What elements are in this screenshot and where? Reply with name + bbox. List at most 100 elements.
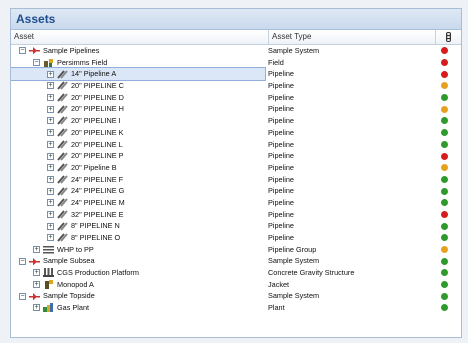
- asset-type: Field: [268, 57, 284, 67]
- pipeline-icon: [57, 210, 68, 219]
- collapse-icon[interactable]: −: [33, 59, 40, 67]
- expand-icon[interactable]: +: [47, 94, 54, 102]
- expand-icon[interactable]: +: [47, 175, 54, 183]
- asset-cell[interactable]: +20" PIPELINE H: [11, 103, 265, 115]
- jacket-icon: [43, 280, 54, 290]
- asset-cell[interactable]: + WHP to PP: [11, 244, 265, 256]
- status-cell: [428, 174, 461, 186]
- expand-icon[interactable]: +: [47, 199, 54, 207]
- pipeline-icon: [57, 233, 68, 242]
- asset-cell[interactable]: +20" Pipeline B: [11, 162, 265, 174]
- expand-icon[interactable]: +: [47, 140, 54, 148]
- tree-row[interactable]: +20" PIPELINE K Pipeline: [11, 127, 461, 139]
- collapse-icon[interactable]: −: [19, 47, 26, 55]
- asset-type: Sample System: [268, 291, 320, 301]
- tree-row[interactable]: + CGS Production Platform Concrete Gravity…: [11, 267, 461, 279]
- expand-icon[interactable]: +: [47, 234, 54, 242]
- asset-name: Monopod A: [57, 279, 94, 289]
- asset-type: Sample System: [268, 46, 320, 55]
- asset-cell[interactable]: +20" PIPELINE P: [11, 150, 265, 162]
- field-icon: [43, 58, 54, 68]
- system-icon: [29, 46, 40, 55]
- status-cell: [428, 244, 461, 256]
- status-red-icon: [441, 152, 448, 160]
- asset-cell[interactable]: +8" PIPELINE O: [11, 232, 265, 244]
- expand-icon[interactable]: +: [33, 269, 40, 277]
- column-status[interactable]: [436, 30, 461, 44]
- tree-row[interactable]: +8" PIPELINE N Pipeline: [11, 220, 461, 232]
- asset-name: CGS Production Platform: [57, 268, 139, 278]
- pipeline-icon: [57, 163, 68, 172]
- expand-icon[interactable]: +: [47, 105, 54, 113]
- column-asset[interactable]: Asset: [11, 30, 269, 44]
- tree-row[interactable]: − Sample Pipelines Sample System: [11, 45, 461, 57]
- asset-cell[interactable]: +14" Pipeline A: [11, 67, 266, 82]
- asset-cell[interactable]: +32" PIPELINE E: [11, 209, 265, 221]
- status-cell: [428, 150, 461, 162]
- expand-icon[interactable]: +: [33, 246, 40, 254]
- collapse-icon[interactable]: −: [19, 292, 26, 300]
- asset-cell[interactable]: +24" PIPELINE G: [11, 185, 265, 197]
- asset-cell[interactable]: +24" PIPELINE M: [11, 197, 265, 209]
- expand-icon[interactable]: +: [47, 70, 54, 78]
- asset-cell[interactable]: +20" PIPELINE L: [11, 139, 265, 151]
- asset-cell[interactable]: + Monopod A: [11, 279, 265, 291]
- expand-icon[interactable]: +: [33, 304, 40, 312]
- expand-icon[interactable]: +: [47, 164, 54, 172]
- tree-row[interactable]: +20" PIPELINE L Pipeline: [11, 139, 461, 151]
- tree-row[interactable]: + WHP to PP Pipeline Group: [11, 244, 461, 256]
- expand-icon[interactable]: +: [47, 82, 54, 90]
- tree-row[interactable]: − Sample Subsea Sample System: [11, 255, 461, 267]
- status-cell: [428, 80, 461, 92]
- tree-row[interactable]: − Sample Topside Sample System: [11, 290, 461, 302]
- asset-type: Pipeline: [268, 233, 294, 242]
- tree-row[interactable]: +24" PIPELINE G Pipeline: [11, 185, 461, 197]
- asset-cell[interactable]: + CGS Production Platform: [11, 267, 265, 279]
- asset-cell[interactable]: − Sample Topside: [11, 290, 265, 302]
- expand-icon[interactable]: +: [47, 187, 54, 195]
- pipeline-icon: [57, 93, 68, 102]
- tree-row[interactable]: +14" Pipeline A Pipeline: [11, 67, 461, 82]
- asset-type: Concrete Gravity Structure: [268, 268, 355, 278]
- tree-row[interactable]: + Gas Plant Plant: [11, 302, 461, 314]
- asset-cell[interactable]: +20" PIPELINE C: [11, 80, 265, 92]
- expand-icon[interactable]: +: [47, 222, 54, 230]
- asset-name: 20" PIPELINE K: [71, 127, 124, 137]
- asset-cell[interactable]: − Persimms Field: [11, 57, 265, 69]
- asset-type: Pipeline: [268, 69, 294, 79]
- pipeline-icon: [57, 186, 68, 196]
- collapse-icon[interactable]: −: [19, 257, 26, 265]
- expand-icon[interactable]: +: [33, 281, 40, 289]
- status-cell: [428, 255, 461, 267]
- asset-cell[interactable]: +20" PIPELINE D: [11, 92, 265, 104]
- status-orange-icon: [441, 105, 448, 113]
- status-cell: [428, 92, 461, 104]
- asset-type: Pipeline: [268, 162, 294, 172]
- asset-cell[interactable]: +24" PIPELINE F: [11, 174, 265, 186]
- tree-row[interactable]: +20" PIPELINE H Pipeline: [11, 103, 461, 115]
- expand-icon[interactable]: +: [47, 210, 54, 218]
- tree-row[interactable]: +24" PIPELINE M Pipeline: [11, 197, 461, 209]
- expand-icon[interactable]: +: [47, 117, 54, 125]
- asset-name: 32" PIPELINE E: [71, 209, 124, 219]
- tree-row[interactable]: +20" Pipeline B Pipeline: [11, 162, 461, 174]
- tree-row[interactable]: +24" PIPELINE F Pipeline: [11, 174, 461, 186]
- tree-row[interactable]: +20" PIPELINE I Pipeline: [11, 115, 461, 127]
- column-asset-type[interactable]: Asset Type: [269, 30, 436, 44]
- asset-cell[interactable]: + Gas Plant: [11, 302, 265, 314]
- expand-icon[interactable]: +: [47, 129, 54, 137]
- tree-row[interactable]: +20" PIPELINE C Pipeline: [11, 80, 461, 92]
- asset-cell[interactable]: +20" PIPELINE K: [11, 127, 265, 139]
- asset-cell[interactable]: − Sample Pipelines: [11, 45, 265, 57]
- asset-name: WHP to PP: [57, 244, 94, 254]
- tree-row[interactable]: − Persimms Field Field: [11, 57, 461, 69]
- tree-row[interactable]: + Monopod A Jacket: [11, 279, 461, 291]
- asset-cell[interactable]: − Sample Subsea: [11, 255, 265, 267]
- tree-row[interactable]: +20" PIPELINE D Pipeline: [11, 92, 461, 104]
- tree-row[interactable]: +8" PIPELINE O Pipeline: [11, 232, 461, 244]
- tree-row[interactable]: +20" PIPELINE P Pipeline: [11, 150, 461, 162]
- asset-cell[interactable]: +20" PIPELINE I: [11, 115, 265, 127]
- tree-row[interactable]: +32" PIPELINE E Pipeline: [11, 209, 461, 221]
- asset-cell[interactable]: +8" PIPELINE N: [11, 220, 265, 232]
- expand-icon[interactable]: +: [47, 152, 54, 160]
